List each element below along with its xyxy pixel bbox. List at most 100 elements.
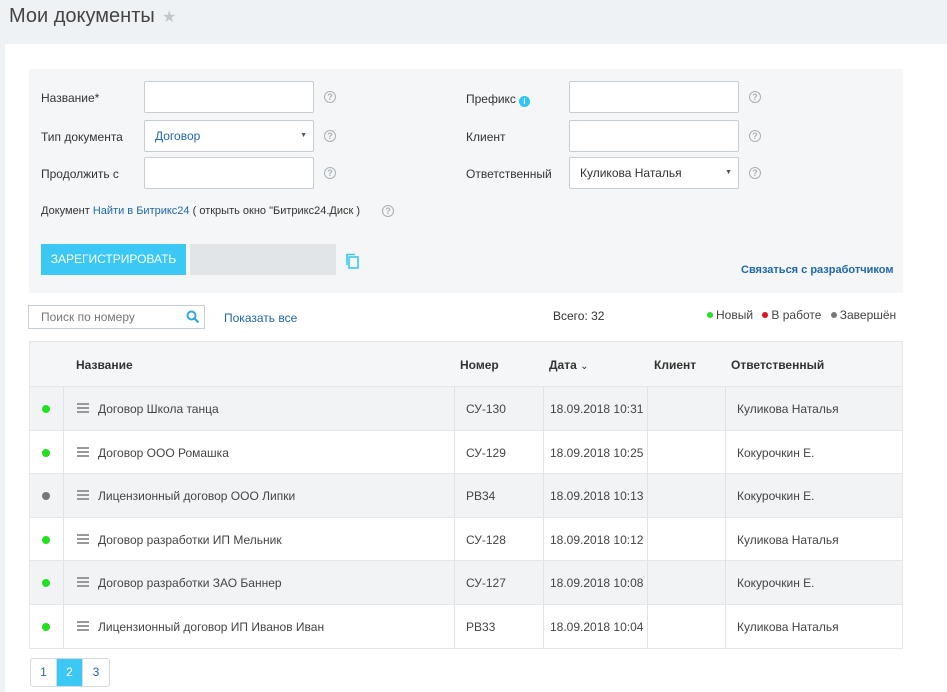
table-row[interactable]: Лицензионный договор ИП Иванов Иван РВ33 1… <box>30 603 902 648</box>
status-dot <box>42 405 50 413</box>
column-header-name[interactable]: Название <box>76 358 133 372</box>
star-icon[interactable]: ★ <box>162 7 176 27</box>
column-divider <box>543 604 544 648</box>
cell-name[interactable]: Договор разработки ИП Мельник <box>98 533 282 547</box>
column-divider <box>543 430 544 474</box>
table-row[interactable]: Договор разработки ИП Мельник СУ-128 18.09… <box>30 516 902 561</box>
drag-handle-icon[interactable] <box>77 446 89 457</box>
cell-name[interactable]: Договор Школа танца <box>98 402 219 416</box>
column-divider <box>543 517 544 561</box>
responsible-value: Куликова Наталья <box>580 166 682 180</box>
cell-responsible: Кокурочкин Е. <box>737 445 815 460</box>
client-input[interactable] <box>569 120 739 152</box>
legend-label-new: Новый <box>716 308 754 322</box>
column-divider <box>454 430 455 474</box>
cell-date: 18.09.2018 10:04 <box>550 619 644 634</box>
search-input[interactable]: Поиск по номеру <box>28 305 205 329</box>
cell-responsible: Куликова Наталья <box>737 532 839 547</box>
dropdown-arrow-icon: ▼ <box>300 132 307 139</box>
column-divider <box>454 387 455 430</box>
pagination: 1 2 3 <box>30 658 110 687</box>
cell-date: 18.09.2018 10:12 <box>550 532 644 547</box>
cell-number: РВ34 <box>466 489 496 504</box>
column-divider <box>543 561 544 604</box>
help-icon[interactable]: ? <box>324 130 336 142</box>
help-icon[interactable]: ? <box>324 167 336 179</box>
legend-dot-in-progress <box>762 312 769 318</box>
continue-input[interactable] <box>144 157 314 189</box>
cell-date: 18.09.2018 10:13 <box>550 489 644 504</box>
drag-handle-icon[interactable] <box>77 577 89 588</box>
cell-number: СУ-128 <box>466 532 506 547</box>
doc-type-select[interactable]: Договор ▼ <box>144 120 314 152</box>
drag-handle-icon[interactable] <box>77 620 89 631</box>
page-button[interactable]: 1 <box>31 659 57 686</box>
column-divider <box>725 561 726 604</box>
page-button[interactable]: 3 <box>83 659 109 686</box>
info-icon[interactable]: i <box>518 96 530 107</box>
status-dot <box>42 579 50 588</box>
page-header: Мои документы ★ <box>0 0 947 44</box>
column-divider <box>454 561 455 604</box>
table-header: Название Номер Дата ⌄ Клиент Ответственн… <box>30 342 902 386</box>
doc-type-label: Тип документа <box>41 130 123 144</box>
cell-date: 18.09.2018 10:08 <box>550 576 644 591</box>
column-divider <box>63 517 64 561</box>
client-label: Клиент <box>466 130 506 144</box>
search-placeholder: Поиск по номеру <box>41 310 135 324</box>
prefix-label: Префикс i <box>466 92 530 107</box>
drag-handle-icon[interactable] <box>77 533 89 544</box>
prefix-input[interactable] <box>569 81 739 113</box>
column-divider <box>63 561 64 604</box>
cell-number: РВ33 <box>466 619 496 634</box>
drag-handle-icon[interactable] <box>77 490 89 501</box>
status-dot <box>42 535 50 544</box>
cell-number: СУ-127 <box>466 576 506 591</box>
column-header-number[interactable]: Номер <box>460 358 499 372</box>
legend-label-done: Завершён <box>839 308 897 322</box>
column-divider <box>454 604 455 648</box>
copy-icon[interactable] <box>345 253 359 269</box>
column-divider <box>63 604 64 648</box>
responsible-select[interactable]: Куликова Наталья ▼ <box>569 157 739 189</box>
table-row[interactable]: Договор Школа танца СУ-130 18.09.2018 10:3… <box>30 386 902 430</box>
help-icon[interactable]: ? <box>749 130 761 142</box>
legend-dot-done <box>830 312 837 318</box>
page-button-current[interactable]: 2 <box>57 659 83 686</box>
table-row[interactable]: Договор разработки ЗАО Баннер СУ-127 18.09… <box>30 560 902 604</box>
column-divider <box>725 517 726 561</box>
cell-name[interactable]: Договор ООО Ромашка <box>98 446 229 460</box>
cell-date: 18.09.2018 10:25 <box>550 445 644 460</box>
column-divider <box>63 474 64 517</box>
help-icon[interactable]: ? <box>749 167 761 179</box>
show-all-link[interactable]: Показать все <box>224 311 297 325</box>
column-divider <box>63 430 64 474</box>
column-divider <box>647 561 648 604</box>
cell-name[interactable]: Договор разработки ЗАО Баннер <box>98 576 282 590</box>
drag-handle-icon[interactable] <box>77 403 89 413</box>
register-button[interactable]: ЗАРЕГИСТРИРОВАТЬ <box>41 244 186 275</box>
document-line: Документ Найти в Битрикс24 ( открыть окн… <box>41 205 360 217</box>
find-in-bitrix-link[interactable]: Найти в Битрикс24 <box>93 205 190 217</box>
column-header-client[interactable]: Клиент <box>654 358 696 372</box>
column-divider <box>647 430 648 474</box>
table-row[interactable]: Лицензионный договор ООО Липки РВ34 18.09.… <box>30 473 902 517</box>
page-title: Мои документы <box>9 5 155 27</box>
legend-label-in-progress: В работе <box>771 308 822 322</box>
search-icon[interactable] <box>186 310 200 324</box>
help-icon[interactable]: ? <box>382 205 394 217</box>
help-icon[interactable]: ? <box>324 91 336 103</box>
table-body: Договор Школа танца СУ-130 18.09.2018 10:3… <box>30 386 902 648</box>
open-window-text[interactable]: ( открыть окно "Битрикс24.Диск ) <box>193 205 360 217</box>
column-divider <box>725 430 726 474</box>
column-header-date[interactable]: Дата ⌄ <box>549 358 589 372</box>
contact-developer-link[interactable]: Связаться с разработчиком <box>741 264 893 276</box>
column-divider <box>454 474 455 517</box>
name-input[interactable] <box>144 81 314 113</box>
help-icon[interactable]: ? <box>749 91 761 103</box>
column-header-responsible[interactable]: Ответственный <box>731 358 824 372</box>
cell-name[interactable]: Лицензионный договор ООО Липки <box>98 489 295 503</box>
cell-responsible: Кокурочкин Е. <box>737 576 815 591</box>
cell-name[interactable]: Лицензионный договор ИП Иванов Иван <box>98 620 324 634</box>
table-row[interactable]: Договор ООО Ромашка СУ-129 18.09.2018 10:2… <box>30 429 902 474</box>
